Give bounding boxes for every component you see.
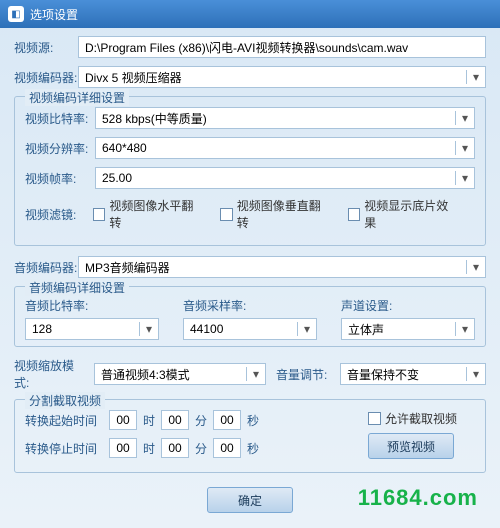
volume-select[interactable]: 音量保持不变 ▾: [340, 363, 486, 385]
volume-value: 音量保持不变: [347, 366, 419, 383]
audio-samplerate-select[interactable]: 44100 ▾: [183, 318, 317, 340]
allow-cut-label: 允许截取视频: [385, 410, 457, 427]
video-filter-label: 视频滤镜:: [25, 206, 93, 223]
end-time-label: 转换停止时间: [25, 440, 105, 457]
cut-group-title: 分割截取视频: [25, 392, 105, 409]
audio-encoder-value: MP3音频编码器: [85, 259, 170, 276]
video-encoder-select[interactable]: Divx 5 视频压缩器 ▾: [78, 66, 486, 88]
video-resolution-value: 640*480: [102, 141, 147, 155]
allow-cut-checkbox[interactable]: 允许截取视频: [368, 410, 457, 427]
video-bitrate-value: 528 kbps(中等质量): [102, 110, 207, 127]
audio-channel-select[interactable]: 立体声 ▾: [341, 318, 475, 340]
chevron-down-icon: ▾: [466, 70, 479, 84]
video-encoder-value: Divx 5 视频压缩器: [85, 69, 182, 86]
video-fps-value: 25.00: [102, 171, 132, 185]
audio-samplerate-value: 44100: [190, 322, 223, 336]
chevron-down-icon: ▾: [297, 322, 310, 336]
content: 视频源: 视频编码器: Divx 5 视频压缩器 ▾ 视频编码详细设置 视频比特…: [0, 28, 500, 521]
audio-channel-label: 声道设置:: [341, 297, 475, 314]
volume-label: 音量调节:: [276, 366, 332, 383]
video-group-title: 视频编码详细设置: [25, 89, 129, 106]
end-sec-input[interactable]: [213, 438, 241, 458]
unit-sec: 秒: [247, 440, 259, 457]
unit-hour: 时: [143, 412, 155, 429]
unit-min: 分: [195, 412, 207, 429]
negative-label: 视频显示底片效果: [364, 197, 457, 231]
video-resolution-label: 视频分辨率:: [25, 140, 95, 157]
scale-select[interactable]: 普通视频4:3模式 ▾: [94, 363, 266, 385]
checkbox-icon: [368, 412, 381, 425]
vflip-label: 视频图像垂直翻转: [237, 197, 330, 231]
audio-encoder-label: 音频编码器:: [14, 259, 78, 276]
audio-samplerate-label: 音频采样率:: [183, 297, 317, 314]
chevron-down-icon: ▾: [139, 322, 152, 336]
unit-sec: 秒: [247, 412, 259, 429]
unit-min: 分: [195, 440, 207, 457]
audio-bitrate-value: 128: [32, 322, 52, 336]
chevron-down-icon: ▾: [246, 367, 259, 381]
audio-bitrate-select[interactable]: 128 ▾: [25, 318, 159, 340]
checkbox-icon: [220, 208, 233, 221]
audio-encode-group: 音频编码详细设置 音频比特率: 128 ▾ 音频采样率: 44100 ▾ 声道设…: [14, 286, 486, 347]
audio-bitrate-label: 音频比特率:: [25, 297, 159, 314]
chevron-down-icon: ▾: [455, 111, 468, 125]
ok-button[interactable]: 确定: [207, 487, 293, 513]
negative-checkbox[interactable]: 视频显示底片效果: [348, 197, 457, 231]
video-encoder-label: 视频编码器:: [14, 69, 78, 86]
video-fps-label: 视频帧率:: [25, 170, 95, 187]
chevron-down-icon: ▾: [466, 367, 479, 381]
hflip-label: 视频图像水平翻转: [109, 197, 202, 231]
source-input[interactable]: [78, 36, 486, 58]
scale-value: 普通视频4:3模式: [101, 366, 190, 383]
start-min-input[interactable]: [161, 410, 189, 430]
title-bar: ◧ 选项设置: [0, 0, 500, 28]
video-bitrate-label: 视频比特率:: [25, 110, 95, 127]
app-icon: ◧: [8, 6, 24, 22]
source-label: 视频源:: [14, 39, 78, 56]
preview-button[interactable]: 预览视频: [368, 433, 454, 459]
cut-group: 分割截取视频 转换起始时间 时 分 秒 转换停止时间 时 分 秒 允许截取视频 …: [14, 399, 486, 473]
start-hour-input[interactable]: [109, 410, 137, 430]
video-fps-select[interactable]: 25.00 ▾: [95, 167, 475, 189]
window-title: 选项设置: [30, 6, 78, 23]
chevron-down-icon: ▾: [466, 260, 479, 274]
chevron-down-icon: ▾: [455, 141, 468, 155]
audio-channel-value: 立体声: [348, 321, 384, 338]
start-sec-input[interactable]: [213, 410, 241, 430]
end-hour-input[interactable]: [109, 438, 137, 458]
checkbox-icon: [93, 208, 106, 221]
checkbox-icon: [348, 208, 361, 221]
video-encode-group: 视频编码详细设置 视频比特率: 528 kbps(中等质量) ▾ 视频分辨率: …: [14, 96, 486, 246]
start-time-label: 转换起始时间: [25, 412, 105, 429]
watermark: 11684.com: [358, 485, 478, 511]
audio-group-title: 音频编码详细设置: [25, 279, 129, 296]
audio-encoder-select[interactable]: MP3音频编码器 ▾: [78, 256, 486, 278]
hflip-checkbox[interactable]: 视频图像水平翻转: [93, 197, 202, 231]
chevron-down-icon: ▾: [455, 171, 468, 185]
end-min-input[interactable]: [161, 438, 189, 458]
vflip-checkbox[interactable]: 视频图像垂直翻转: [220, 197, 329, 231]
unit-hour: 时: [143, 440, 155, 457]
scale-label: 视频缩放模式:: [14, 357, 86, 391]
video-resolution-select[interactable]: 640*480 ▾: [95, 137, 475, 159]
chevron-down-icon: ▾: [455, 322, 468, 336]
video-bitrate-select[interactable]: 528 kbps(中等质量) ▾: [95, 107, 475, 129]
